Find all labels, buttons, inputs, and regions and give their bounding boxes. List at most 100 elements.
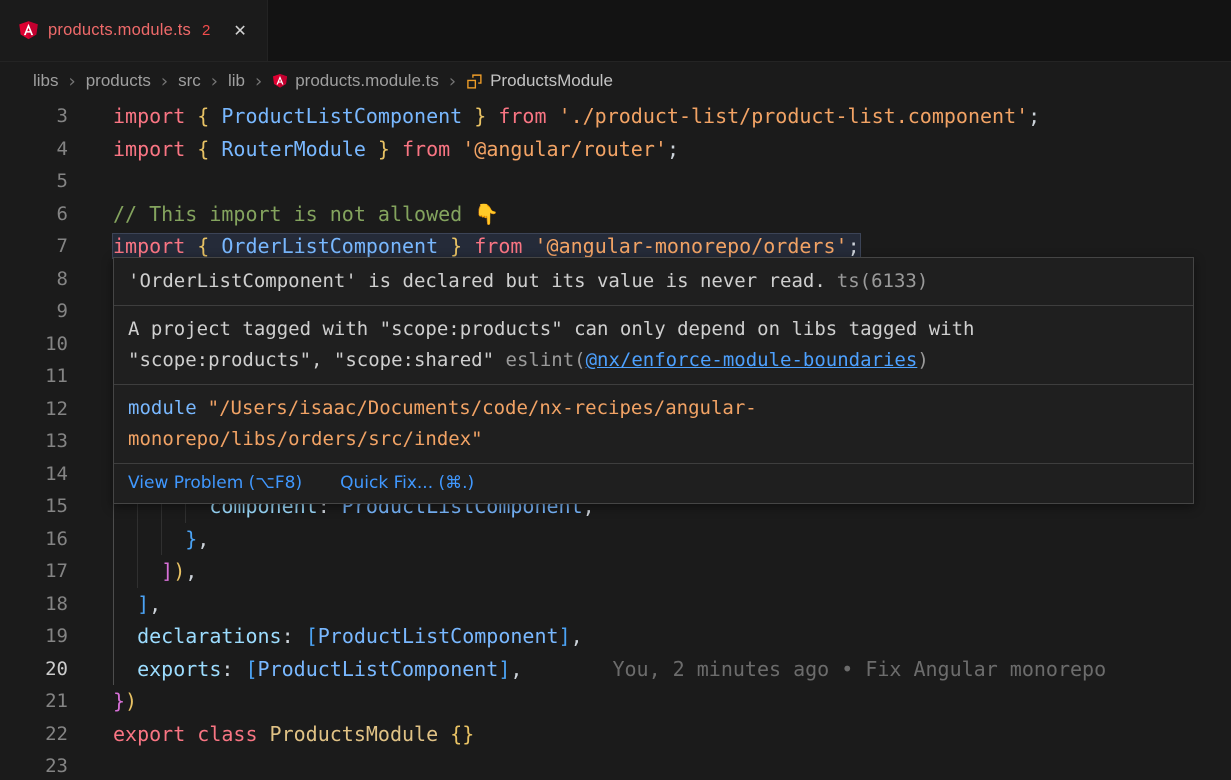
breadcrumb-separator-icon: › xyxy=(69,71,76,92)
code-line[interactable]: 16 }, xyxy=(0,523,1231,556)
hover-popup: 'OrderListComponent' is declared but its… xyxy=(113,257,1194,504)
breadcrumb-item-src[interactable]: src xyxy=(178,71,201,91)
close-icon[interactable]: ✕ xyxy=(233,21,246,40)
indent-guide xyxy=(161,523,162,556)
breadcrumb-item-lib[interactable]: lib xyxy=(228,71,245,91)
code-text xyxy=(68,393,113,426)
line-number: 4 xyxy=(0,133,68,166)
code-line[interactable]: 18 ], xyxy=(0,588,1231,621)
code-text: export class ProductsModule {} xyxy=(68,718,474,751)
code-text: ], xyxy=(68,588,161,621)
diagnostic-ts-source: ts(6133) xyxy=(837,270,929,292)
line-number: 23 xyxy=(0,750,68,780)
code-text xyxy=(68,458,113,491)
tab-error-count-badge: 2 xyxy=(202,22,210,39)
code-line[interactable]: 20 exports: [ProductListComponent],You, … xyxy=(0,653,1231,686)
line-number: 22 xyxy=(0,718,68,751)
line-number: 11 xyxy=(0,360,68,393)
code-text xyxy=(68,750,113,780)
line-number: 13 xyxy=(0,425,68,458)
breadcrumb-item-products-module-ts[interactable]: products.module.ts xyxy=(272,71,439,91)
line-number: 14 xyxy=(0,458,68,491)
code-text: // This import is not allowed 👇 xyxy=(68,198,499,231)
code-text xyxy=(68,425,113,458)
breadcrumb-separator-icon: › xyxy=(255,71,262,92)
code-text: ]), xyxy=(68,555,197,588)
editor[interactable]: 3import { ProductListComponent } from '.… xyxy=(0,100,1231,780)
breadcrumb-label: libs xyxy=(33,71,59,91)
angular-icon xyxy=(18,20,39,41)
breadcrumb-label: products.module.ts xyxy=(295,71,439,91)
indent-guide xyxy=(113,620,114,653)
diagnostic-eslint-line2: "scope:products", "scope:shared" eslint(… xyxy=(128,345,1179,376)
quick-fix-action[interactable]: Quick Fix... (⌘.) xyxy=(340,473,474,493)
line-number: 19 xyxy=(0,620,68,653)
code-line[interactable]: 4import { RouterModule } from '@angular/… xyxy=(0,133,1231,166)
code-line[interactable]: 17 ]), xyxy=(0,555,1231,588)
code-text xyxy=(68,328,113,361)
eslint-rule-link[interactable]: @nx/enforce-module-boundaries xyxy=(586,349,918,371)
view-problem-action[interactable]: View Problem (⌥F8) xyxy=(128,473,302,493)
code-line[interactable]: 21}) xyxy=(0,685,1231,718)
line-number: 9 xyxy=(0,295,68,328)
line-number: 18 xyxy=(0,588,68,621)
line-number: 15 xyxy=(0,490,68,523)
indent-guide xyxy=(113,588,114,621)
diagnostic-eslint-line1: A project tagged with "scope:products" c… xyxy=(128,314,1179,345)
line-number: 16 xyxy=(0,523,68,556)
breadcrumb-item-products[interactable]: products xyxy=(86,71,151,91)
code-text: import { RouterModule } from '@angular/r… xyxy=(68,133,679,166)
code-line[interactable]: 22export class ProductsModule {} xyxy=(0,718,1231,751)
line-number: 8 xyxy=(0,263,68,296)
line-number: 5 xyxy=(0,165,68,198)
hover-diagnostic-ts: 'OrderListComponent' is declared but its… xyxy=(114,258,1193,305)
tab-products-module-ts[interactable]: products.module.ts 2 ✕ xyxy=(0,0,268,61)
code-line[interactable]: 5 xyxy=(0,165,1231,198)
code-text xyxy=(68,295,113,328)
code-text: }, xyxy=(68,523,209,556)
breadcrumb-label: src xyxy=(178,71,201,91)
breadcrumb-bar: libs › products › src › lib › products.module.t… xyxy=(0,62,1231,100)
breadcrumb-separator-icon: › xyxy=(161,71,168,92)
indent-guide xyxy=(113,523,114,556)
breadcrumb-label: products xyxy=(86,71,151,91)
hover-quickinfo: module "/Users/isaac/Documents/code/nx-re… xyxy=(114,384,1193,463)
indent-guide xyxy=(113,653,114,686)
code-text xyxy=(68,263,113,296)
breadcrumb-item-libs[interactable]: libs xyxy=(33,71,59,91)
git-blame-annotation: You, 2 minutes ago • Fix Angular monorep… xyxy=(612,657,1106,681)
hover-diagnostic-eslint: A project tagged with "scope:products" c… xyxy=(114,305,1193,384)
indent-guide xyxy=(113,555,114,588)
code-line[interactable]: 19 declarations: [ProductListComponent], xyxy=(0,620,1231,653)
code-text xyxy=(68,360,113,393)
diagnostic-ts-message: 'OrderListComponent' is declared but its… xyxy=(128,270,826,292)
code-text: import { ProductListComponent } from './… xyxy=(68,100,1040,133)
line-number: 17 xyxy=(0,555,68,588)
breadcrumb-label: lib xyxy=(228,71,245,91)
line-number: 6 xyxy=(0,198,68,231)
angular-icon xyxy=(272,73,288,89)
breadcrumb-item-productsmodule[interactable]: ProductsModule xyxy=(466,71,613,91)
class-symbol-icon xyxy=(466,73,483,90)
line-number: 21 xyxy=(0,685,68,718)
error-squiggle: import { OrderListComponent } from '@ang… xyxy=(113,234,860,258)
indent-guide xyxy=(137,523,138,556)
code-line[interactable]: 3import { ProductListComponent } from '.… xyxy=(0,100,1231,133)
code-text xyxy=(68,165,113,198)
code-line[interactable]: 23 xyxy=(0,750,1231,780)
breadcrumb-label: ProductsModule xyxy=(490,71,613,91)
tab-title: products.module.ts xyxy=(48,21,191,40)
code-text: exports: [ProductListComponent],You, 2 m… xyxy=(68,653,1106,686)
quickinfo-module-path-line2: monorepo/libs/orders/src/index" xyxy=(128,428,483,450)
quickinfo-module-path-line1: "/Users/isaac/Documents/code/nx-recipes/… xyxy=(208,397,757,419)
line-number: 7 xyxy=(0,230,68,263)
indent-guide xyxy=(137,555,138,588)
hover-actions-bar: View Problem (⌥F8) Quick Fix... (⌘.) xyxy=(114,463,1193,503)
breadcrumb-separator-icon: › xyxy=(211,71,218,92)
quickinfo-keyword: module xyxy=(128,397,197,419)
code-text: declarations: [ProductListComponent], xyxy=(68,620,583,653)
vscode-window: products.module.ts 2 ✕ libs › products › src… xyxy=(0,0,1231,780)
code-line[interactable]: 6// This import is not allowed 👇 xyxy=(0,198,1231,231)
line-number: 20 xyxy=(0,653,68,686)
tab-bar: products.module.ts 2 ✕ xyxy=(0,0,1231,62)
